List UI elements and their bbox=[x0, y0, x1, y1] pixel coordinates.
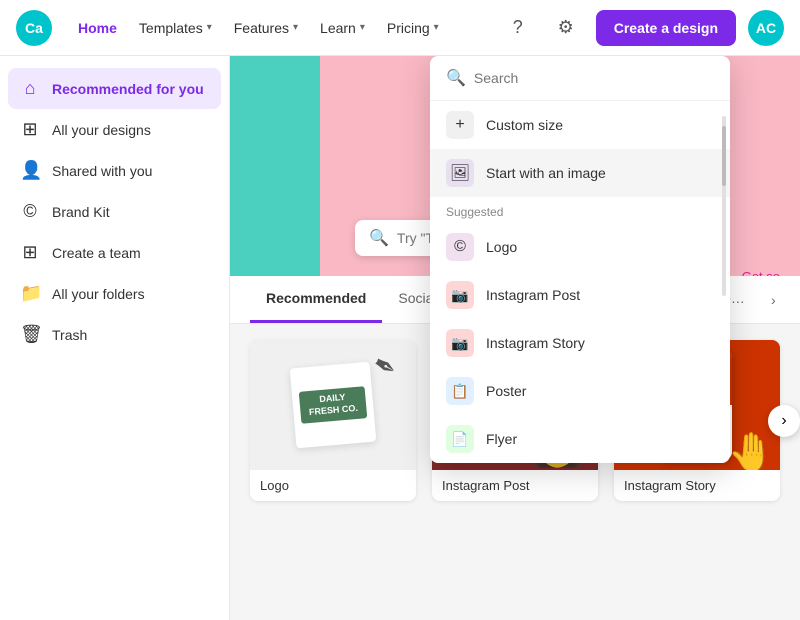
sidebar-item-brand[interactable]: © Brand Kit bbox=[8, 191, 221, 232]
dropdown-search-icon: 🔍 bbox=[446, 68, 466, 88]
dropdown-poster[interactable]: 📋 Poster bbox=[430, 367, 730, 415]
nav-pricing[interactable]: Pricing ▾ bbox=[377, 14, 449, 42]
instagram-post-icon: 📷 bbox=[446, 281, 474, 309]
instagram-story-icon: 📷 bbox=[446, 329, 474, 357]
dropdown-instagram-story[interactable]: 📷 Instagram Story bbox=[430, 319, 730, 367]
flyer-icon: 📄 bbox=[446, 425, 474, 453]
hero-teal-accent bbox=[230, 56, 320, 276]
suggested-label: Suggested bbox=[430, 197, 730, 223]
folder-icon: 📁 bbox=[20, 283, 40, 304]
trash-icon: 🗑 bbox=[20, 324, 40, 345]
hand-icon: 🤚 bbox=[728, 431, 775, 470]
chevron-down-icon: ▾ bbox=[360, 22, 365, 33]
search-icon: 🔍 bbox=[369, 228, 389, 248]
canva-logo[interactable]: Ca bbox=[16, 10, 52, 46]
logo-badge: DAILYFRESH CO. bbox=[299, 387, 367, 424]
image-icon: 🖼 bbox=[446, 159, 474, 187]
home-icon: ⌂ bbox=[20, 78, 40, 99]
create-design-dropdown: 🔍 + Custom size 🖼 Start with an image Su… bbox=[430, 56, 730, 463]
dropdown-search-area: 🔍 bbox=[430, 56, 730, 101]
sidebar-item-all-designs[interactable]: ⊞ All your designs bbox=[8, 109, 221, 150]
dropdown-logo[interactable]: © Logo bbox=[430, 223, 730, 271]
sidebar: ⌂ Recommended for you ⊞ All your designs… bbox=[0, 56, 230, 620]
got-something-text: Got so bbox=[742, 269, 780, 276]
logo-template-preview: DAILYFRESH CO. ✒ bbox=[250, 340, 416, 470]
nav-learn[interactable]: Learn ▾ bbox=[310, 14, 375, 42]
chevron-down-icon: ▾ bbox=[293, 22, 298, 33]
template-card-logo[interactable]: DAILYFRESH CO. ✒ Logo bbox=[250, 340, 416, 501]
custom-size-icon: + bbox=[446, 111, 474, 139]
instagram-story-label: Instagram Story bbox=[614, 470, 780, 501]
brand-icon: © bbox=[20, 201, 40, 222]
dropdown-flyer[interactable]: 📄 Flyer bbox=[430, 415, 730, 463]
logo-text: Ca bbox=[25, 20, 43, 36]
nav-templates[interactable]: Templates ▾ bbox=[129, 14, 222, 42]
sidebar-item-trash[interactable]: 🗑 Trash bbox=[8, 314, 221, 355]
pen-icon: ✒ bbox=[366, 346, 403, 386]
dropdown-start-image[interactable]: 🖼 Start with an image bbox=[430, 149, 730, 197]
dropdown-custom-size[interactable]: + Custom size bbox=[430, 101, 730, 149]
avatar[interactable]: AC bbox=[748, 10, 784, 46]
people-icon: 👤 bbox=[20, 160, 40, 181]
instagram-post-label: Instagram Post bbox=[432, 470, 598, 501]
logo-card-inner: DAILYFRESH CO. bbox=[290, 362, 377, 449]
dropdown-instagram-post[interactable]: 📷 Instagram Post bbox=[430, 271, 730, 319]
logo-icon: © bbox=[446, 233, 474, 261]
sidebar-item-folders[interactable]: 📁 All your folders bbox=[8, 273, 221, 314]
scrollbar-thumb bbox=[722, 126, 726, 186]
tabs-chevron-right-icon[interactable]: › bbox=[761, 282, 786, 318]
dropdown-search-input[interactable] bbox=[474, 70, 714, 86]
tab-custom-size[interactable]: Custom Size bbox=[786, 276, 800, 323]
team-icon: ⊞ bbox=[20, 242, 40, 263]
create-design-button[interactable]: Create a design bbox=[596, 10, 736, 46]
main-nav: Home Templates ▾ Features ▾ Learn ▾ Pric… bbox=[68, 14, 449, 42]
settings-button[interactable]: ⚙ bbox=[548, 10, 584, 46]
header: Ca Home Templates ▾ Features ▾ Learn ▾ P… bbox=[0, 0, 800, 56]
nav-home[interactable]: Home bbox=[68, 14, 127, 42]
chevron-down-icon: ▾ bbox=[207, 22, 212, 33]
carousel-next-button[interactable]: › bbox=[768, 405, 800, 437]
sidebar-item-recommended[interactable]: ⌂ Recommended for you bbox=[8, 68, 221, 109]
sidebar-item-shared[interactable]: 👤 Shared with you bbox=[8, 150, 221, 191]
help-button[interactable]: ? bbox=[500, 10, 536, 46]
tab-recommended[interactable]: Recommended bbox=[250, 276, 382, 323]
header-actions: ? ⚙ Create a design AC bbox=[500, 10, 784, 46]
chevron-down-icon: ▾ bbox=[434, 22, 439, 33]
logo-template-label: Logo bbox=[250, 470, 416, 501]
sidebar-item-team[interactable]: ⊞ Create a team bbox=[8, 232, 221, 273]
nav-features[interactable]: Features ▾ bbox=[224, 14, 308, 42]
grid-icon: ⊞ bbox=[20, 119, 40, 140]
poster-icon: 📋 bbox=[446, 377, 474, 405]
dropdown-scrollbar[interactable] bbox=[722, 116, 726, 296]
